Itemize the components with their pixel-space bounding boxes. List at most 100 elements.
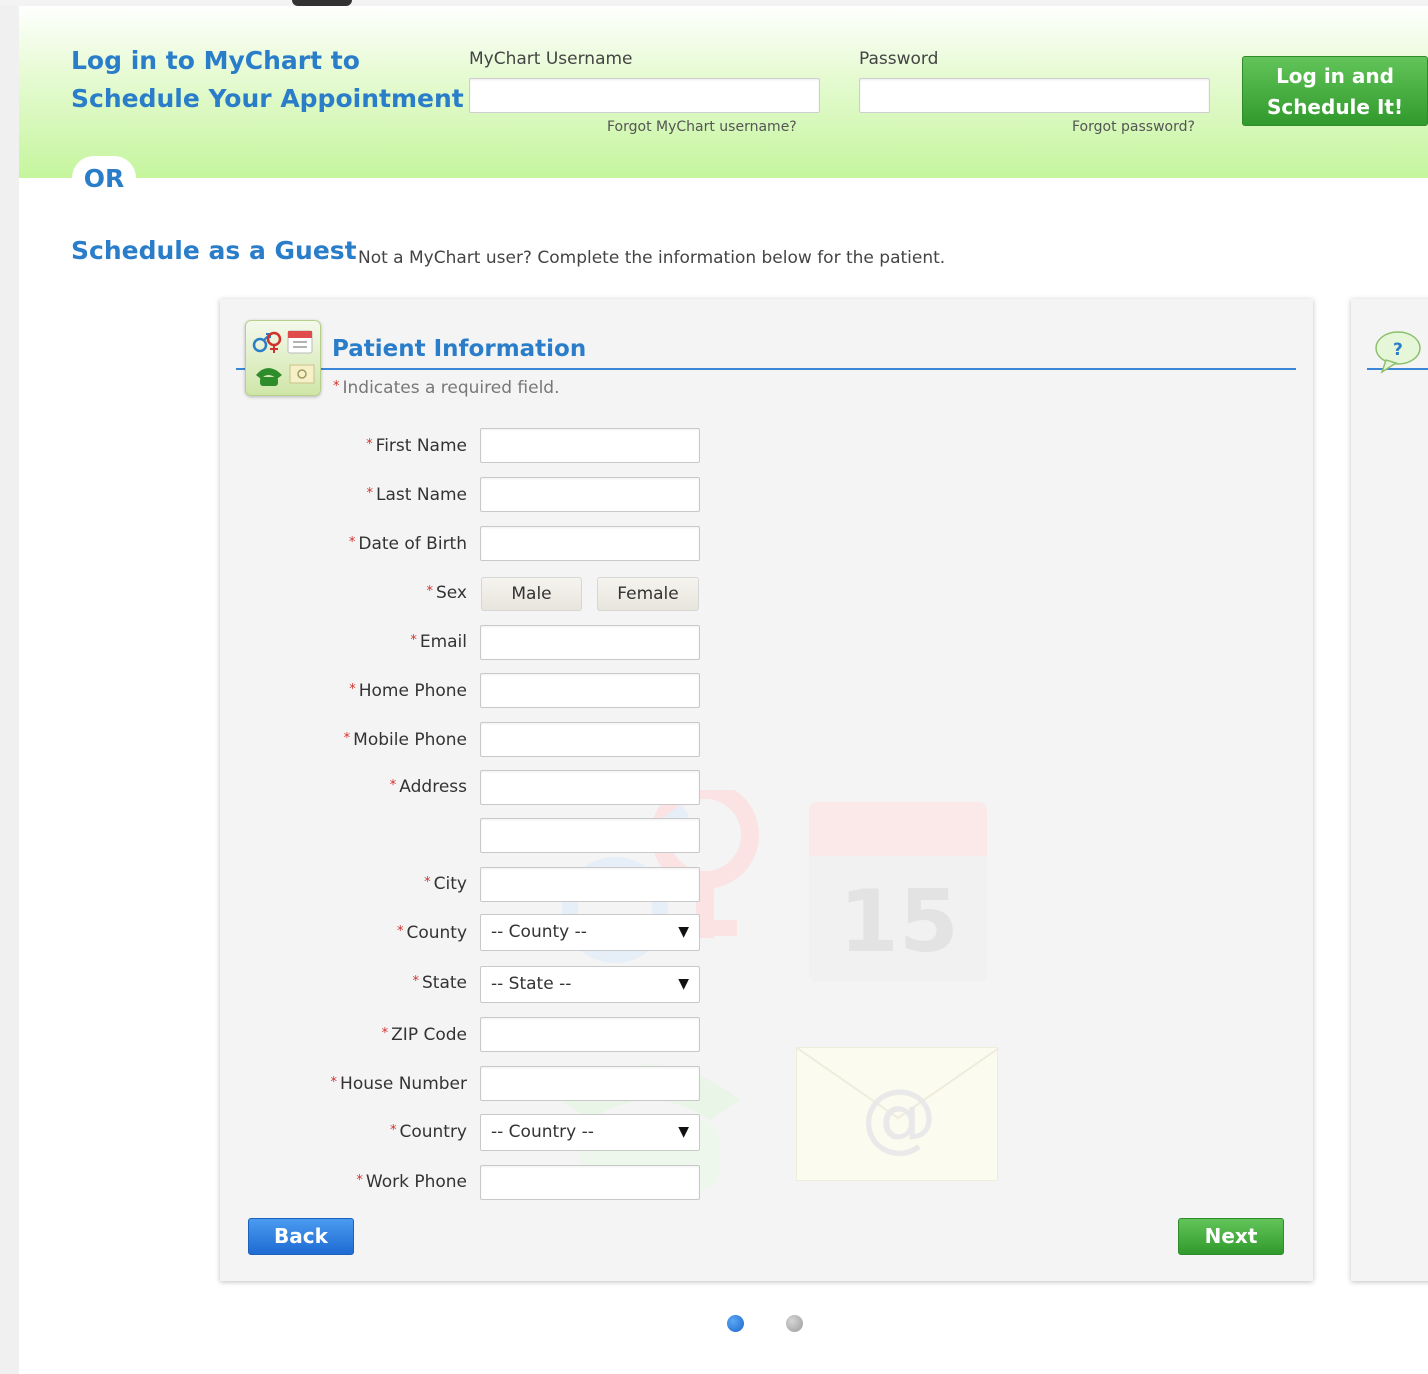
dob-label-text: Date of Birth bbox=[358, 534, 467, 554]
login-schedule-button[interactable]: Log in and Schedule It! bbox=[1242, 56, 1428, 126]
forgot-password-link[interactable]: Forgot password? bbox=[1072, 119, 1195, 135]
state-select[interactable]: -- State -- ▼ bbox=[480, 966, 700, 1003]
work-phone-label-text: Work Phone bbox=[365, 1172, 467, 1192]
username-input[interactable] bbox=[469, 78, 820, 113]
at-symbol: @ bbox=[861, 1072, 937, 1161]
required-star: * bbox=[356, 1173, 363, 1188]
work-phone-label: * Work Phone bbox=[356, 1172, 467, 1192]
country-label-text: Country bbox=[399, 1122, 467, 1142]
email-watermark-icon: @ bbox=[796, 1047, 999, 1181]
required-star: * bbox=[333, 379, 340, 394]
dob-input[interactable] bbox=[480, 526, 700, 561]
city-label: * City bbox=[424, 874, 467, 894]
last-name-input[interactable] bbox=[480, 477, 700, 512]
dob-label: * Date of Birth bbox=[349, 534, 467, 554]
login-title: Log in to MyChart to Schedule Your Appoi… bbox=[71, 42, 464, 118]
home-phone-input[interactable] bbox=[480, 673, 700, 708]
zip-label-text: ZIP Code bbox=[391, 1025, 467, 1045]
calendar-watermark-icon: 15 bbox=[809, 802, 987, 982]
mobile-phone-label: * Mobile Phone bbox=[344, 730, 467, 750]
home-phone-label-text: Home Phone bbox=[358, 681, 467, 701]
login-title-line2: Schedule Your Appointment bbox=[71, 84, 464, 113]
required-star: * bbox=[343, 731, 351, 746]
state-label: * State bbox=[413, 973, 468, 993]
required-star: * bbox=[330, 1075, 338, 1090]
help-bubble-icon: ? bbox=[1375, 331, 1421, 374]
mobile-phone-input[interactable] bbox=[480, 722, 700, 757]
state-label-text: State bbox=[422, 973, 467, 993]
first-name-label: * First Name bbox=[366, 436, 467, 456]
zip-label: * ZIP Code bbox=[382, 1025, 467, 1045]
sex-female-button[interactable]: Female bbox=[597, 577, 699, 611]
pager-dot-active[interactable] bbox=[727, 1315, 744, 1332]
svg-text:?: ? bbox=[1393, 340, 1403, 360]
first-name-label-text: First Name bbox=[375, 436, 467, 456]
dropdown-arrow-icon: ▼ bbox=[678, 1124, 689, 1140]
password-label: Password bbox=[859, 49, 939, 69]
country-select[interactable]: -- Country -- ▼ bbox=[480, 1114, 700, 1151]
county-label-text: County bbox=[406, 923, 467, 943]
calendar-header bbox=[809, 802, 987, 856]
calendar-day: 15 bbox=[839, 872, 959, 972]
first-name-input[interactable] bbox=[480, 428, 700, 463]
patient-info-icon-glyphs bbox=[252, 330, 315, 386]
dropdown-arrow-icon: ▼ bbox=[678, 924, 689, 940]
city-input[interactable] bbox=[480, 867, 700, 902]
country-selected-value: -- Country -- bbox=[491, 1122, 594, 1142]
required-star: * bbox=[381, 1026, 389, 1041]
address-line2-input[interactable] bbox=[480, 818, 700, 853]
username-label: MyChart Username bbox=[469, 49, 633, 69]
login-button-line1: Log in and bbox=[1276, 64, 1394, 88]
required-star: * bbox=[389, 1123, 397, 1138]
email-label-text: Email bbox=[419, 632, 467, 652]
zip-input[interactable] bbox=[480, 1017, 700, 1052]
county-select[interactable]: -- County -- ▼ bbox=[480, 914, 700, 951]
state-selected-value: -- State -- bbox=[491, 974, 572, 994]
last-name-label: * Last Name bbox=[367, 485, 467, 505]
address-line1-input[interactable] bbox=[480, 770, 700, 805]
card-title-divider bbox=[236, 368, 1296, 370]
sex-label-text: Sex bbox=[435, 583, 467, 603]
house-number-input[interactable] bbox=[480, 1066, 700, 1101]
mobile-phone-label-text: Mobile Phone bbox=[353, 730, 467, 750]
required-star: * bbox=[389, 778, 397, 793]
required-note: * Indicates a required field. bbox=[333, 378, 560, 398]
county-selected-value: -- County -- bbox=[491, 922, 587, 942]
login-button-line2: Schedule It! bbox=[1266, 95, 1404, 119]
dropdown-arrow-icon: ▼ bbox=[678, 976, 689, 992]
pager-dot[interactable] bbox=[786, 1315, 803, 1332]
email-input[interactable] bbox=[480, 625, 700, 660]
county-label: * County bbox=[397, 923, 467, 943]
back-button[interactable]: Back bbox=[248, 1218, 354, 1255]
next-step-card bbox=[1351, 299, 1428, 1281]
or-badge: OR bbox=[72, 156, 136, 202]
work-phone-input[interactable] bbox=[480, 1165, 700, 1200]
required-star: * bbox=[396, 924, 404, 939]
or-label: OR bbox=[83, 164, 125, 193]
house-number-label: * House Number bbox=[331, 1074, 467, 1094]
required-star: * bbox=[366, 437, 373, 452]
next-button[interactable]: Next bbox=[1178, 1218, 1284, 1255]
required-star: * bbox=[426, 584, 433, 599]
required-star: * bbox=[348, 535, 356, 550]
sex-male-button[interactable]: Male bbox=[481, 577, 582, 611]
address-label: * Address bbox=[390, 777, 467, 797]
required-note-text: Indicates a required field. bbox=[342, 378, 560, 398]
required-star: * bbox=[424, 875, 431, 890]
sex-label: * Sex bbox=[426, 583, 467, 603]
home-phone-label: * Home Phone bbox=[349, 681, 467, 701]
address-label-text: Address bbox=[399, 777, 467, 797]
guest-title: Schedule as a Guest bbox=[71, 236, 357, 265]
patient-info-icon bbox=[245, 320, 321, 396]
country-label: * Country bbox=[390, 1122, 467, 1142]
city-label-text: City bbox=[433, 874, 467, 894]
forgot-username-link[interactable]: Forgot MyChart username? bbox=[607, 119, 797, 135]
guest-subtitle: Not a MyChart user? Complete the informa… bbox=[358, 248, 946, 268]
required-star: * bbox=[412, 974, 420, 989]
required-star: * bbox=[349, 682, 356, 697]
required-star: * bbox=[410, 633, 417, 648]
email-label: * Email bbox=[410, 632, 467, 652]
patient-info-title: Patient Information bbox=[332, 336, 587, 362]
password-input[interactable] bbox=[859, 78, 1210, 113]
login-title-line1: Log in to MyChart to bbox=[71, 46, 360, 75]
